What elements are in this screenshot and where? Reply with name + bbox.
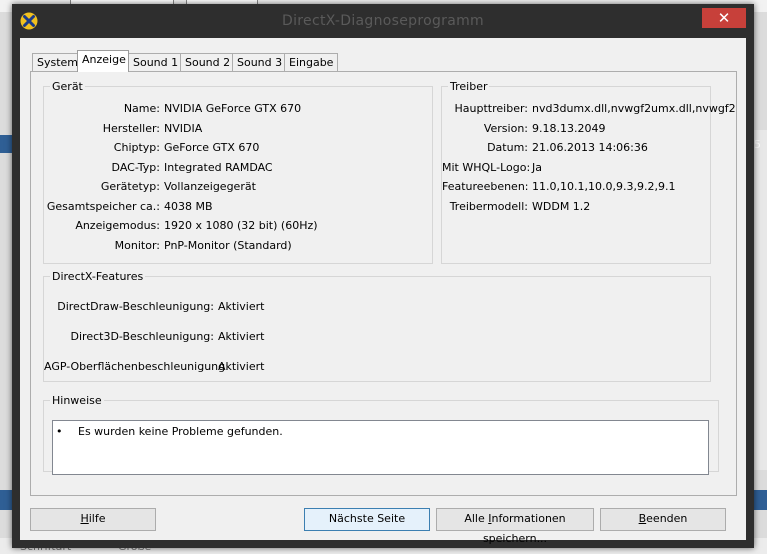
dxdiag-window: DirectX-Diagnoseprogramm ✕ System Anzeig… <box>12 4 754 548</box>
tab-sound-1[interactable]: Sound 1 <box>128 53 182 71</box>
tab-label: System <box>37 56 79 69</box>
directx-features-group: DirectX-Features DirectDraw-Beschleunigu… <box>43 270 711 382</box>
tab-label: Sound 3 <box>237 56 283 69</box>
device-label: Anzeigemodus: <box>75 219 160 232</box>
features-value: Aktiviert <box>218 360 265 373</box>
driver-label: Treibermodell: <box>449 199 528 213</box>
driver-value: 11.0,10.1,10.0,9.3,9.2,9.1 <box>532 180 676 193</box>
device-row: Gerätetyp: Vollanzeigegerät <box>44 179 432 195</box>
device-value: NVIDIA <box>164 121 203 135</box>
features-label: Direct3D-Beschleunigung: <box>70 330 214 343</box>
display-tab-panel: Gerät Name: NVIDIA GeForce GTX 670 Herstel… <box>30 71 737 496</box>
driver-row: Datum: 21.06.2013 14:06:36 <box>442 140 710 156</box>
driver-value: nvd3dumx.dll,nvwgf2umx.dll,nvwgf2 <box>532 102 736 115</box>
device-row: Anzeigemodus: 1920 x 1080 (32 bit) (60Hz) <box>44 218 432 234</box>
device-row: Gesamtspeicher ca.: 4038 MB <box>44 199 432 215</box>
tab-label: Sound 1 <box>133 56 179 69</box>
driver-label: Mit WHQL-Logo: <box>442 160 531 174</box>
device-label: Monitor: <box>114 238 160 252</box>
features-value: Aktiviert <box>218 330 265 343</box>
driver-row: Haupttreiber: nvd3dumx.dll,nvwgf2umx.dll,… <box>442 101 736 117</box>
driver-label: Featureebenen: <box>442 180 529 193</box>
device-label: Gesamtspeicher ca.: <box>46 199 160 213</box>
driver-row: Version: 9.18.13.2049 <box>442 121 710 137</box>
notes-group-title: Hinweise <box>52 394 102 407</box>
driver-value: 9.18.13.2049 <box>532 121 606 135</box>
features-row: Direct3D-Beschleunigung: Aktiviert <box>44 329 710 345</box>
device-value: 1920 x 1080 (32 bit) (60Hz) <box>164 219 318 232</box>
notes-item: Es wurden keine Probleme gefunden. <box>78 425 283 438</box>
features-row: DirectDraw-Beschleunigung: Aktiviert <box>44 299 710 315</box>
device-label: Chiptyp: <box>113 141 160 154</box>
device-label: DAC-Typ: <box>111 160 160 174</box>
tab-sound-2[interactable]: Sound 2 <box>180 53 234 71</box>
device-value: NVIDIA GeForce GTX 670 <box>164 102 302 115</box>
device-row: Name: NVIDIA GeForce GTX 670 <box>44 101 432 117</box>
device-value: Vollanzeigegerät <box>164 180 256 193</box>
driver-label: Datum: <box>487 141 528 154</box>
tab-system[interactable]: System <box>32 53 80 71</box>
device-group-title: Gerät <box>52 80 83 93</box>
tab-label: Anzeige <box>82 53 126 66</box>
tab-sound-3[interactable]: Sound 3 <box>232 53 286 71</box>
device-row: Chiptyp: GeForce GTX 670 <box>44 140 432 156</box>
exit-button[interactable]: Beenden <box>600 508 726 531</box>
window-title: DirectX-Diagnoseprogramm <box>282 13 484 29</box>
button-accelerator: H <box>80 512 89 525</box>
tab-label: Eingabe <box>289 56 334 69</box>
tab-anzeige[interactable]: Anzeige <box>77 50 129 72</box>
button-label: Nächste Seite <box>328 512 406 525</box>
device-row: DAC-Typ: Integrated RAMDAC <box>44 160 432 176</box>
driver-value: WDDM 1.2 <box>532 199 591 213</box>
features-row: AGP-Oberflächenbeschleunigung: Aktiviert <box>44 359 710 375</box>
close-icon: ✕ <box>717 9 731 27</box>
tab-eingabe[interactable]: Eingabe <box>284 53 338 71</box>
tab-label: Sound 2 <box>185 56 231 69</box>
save-all-info-button[interactable]: Alle Informationen speichern... <box>436 508 594 545</box>
notes-group: Hinweise • Es wurden keine Probleme gefu… <box>43 394 719 475</box>
features-value: Aktiviert <box>218 300 265 313</box>
features-group-title: DirectX-Features <box>52 270 144 283</box>
driver-row: Featureebenen: 11.0,10.1,10.0,9.3,9.2,9.1 <box>442 179 710 195</box>
button-label: ilfe <box>88 512 106 525</box>
button-label: nformationen speichern... <box>482 512 566 545</box>
driver-group: Treiber Haupttreiber: nvd3dumx.dll,nvwgf2… <box>441 80 736 264</box>
next-page-button[interactable]: Nächste Seite <box>304 508 430 531</box>
background-edge-text: 5 <box>754 138 761 151</box>
device-value: Integrated RAMDAC <box>164 160 273 174</box>
driver-value: 21.06.2013 14:06:36 <box>532 141 648 154</box>
help-button[interactable]: Hilfe <box>30 508 156 531</box>
close-button[interactable]: ✕ <box>702 8 746 28</box>
bullet: • <box>56 425 63 438</box>
features-label: AGP-Oberflächenbeschleunigung: <box>44 360 229 373</box>
device-label: Gerätetyp: <box>100 180 160 193</box>
driver-row: Treibermodell: WDDM 1.2 <box>442 199 710 215</box>
button-label: Alle <box>464 512 489 525</box>
driver-group-title: Treiber <box>450 80 488 93</box>
device-row: Hersteller: NVIDIA <box>44 121 432 137</box>
device-label: Name: <box>123 102 160 115</box>
driver-label: Version: <box>483 121 528 135</box>
driver-row: Mit WHQL-Logo: Ja <box>442 160 710 176</box>
notes-textbox[interactable]: • Es wurden keine Probleme gefunden. <box>52 420 709 475</box>
dialog-client: System Anzeige Sound 1 Sound 2 Sound 3 E… <box>20 38 746 545</box>
driver-label: Haupttreiber: <box>454 102 528 115</box>
device-value: PnP-Monitor (Standard) <box>164 238 292 252</box>
driver-value: Ja <box>532 160 542 174</box>
button-label: eenden <box>646 512 688 525</box>
device-value: GeForce GTX 670 <box>164 141 260 154</box>
title-bar[interactable]: DirectX-Diagnoseprogramm ✕ <box>12 4 754 38</box>
device-label: Hersteller: <box>102 121 160 135</box>
device-group: Gerät Name: NVIDIA GeForce GTX 670 Herstel… <box>43 80 433 264</box>
device-value: 4038 MB <box>164 199 213 213</box>
features-label: DirectDraw-Beschleunigung: <box>57 300 214 313</box>
device-row: Monitor: PnP-Monitor (Standard) <box>44 238 432 254</box>
